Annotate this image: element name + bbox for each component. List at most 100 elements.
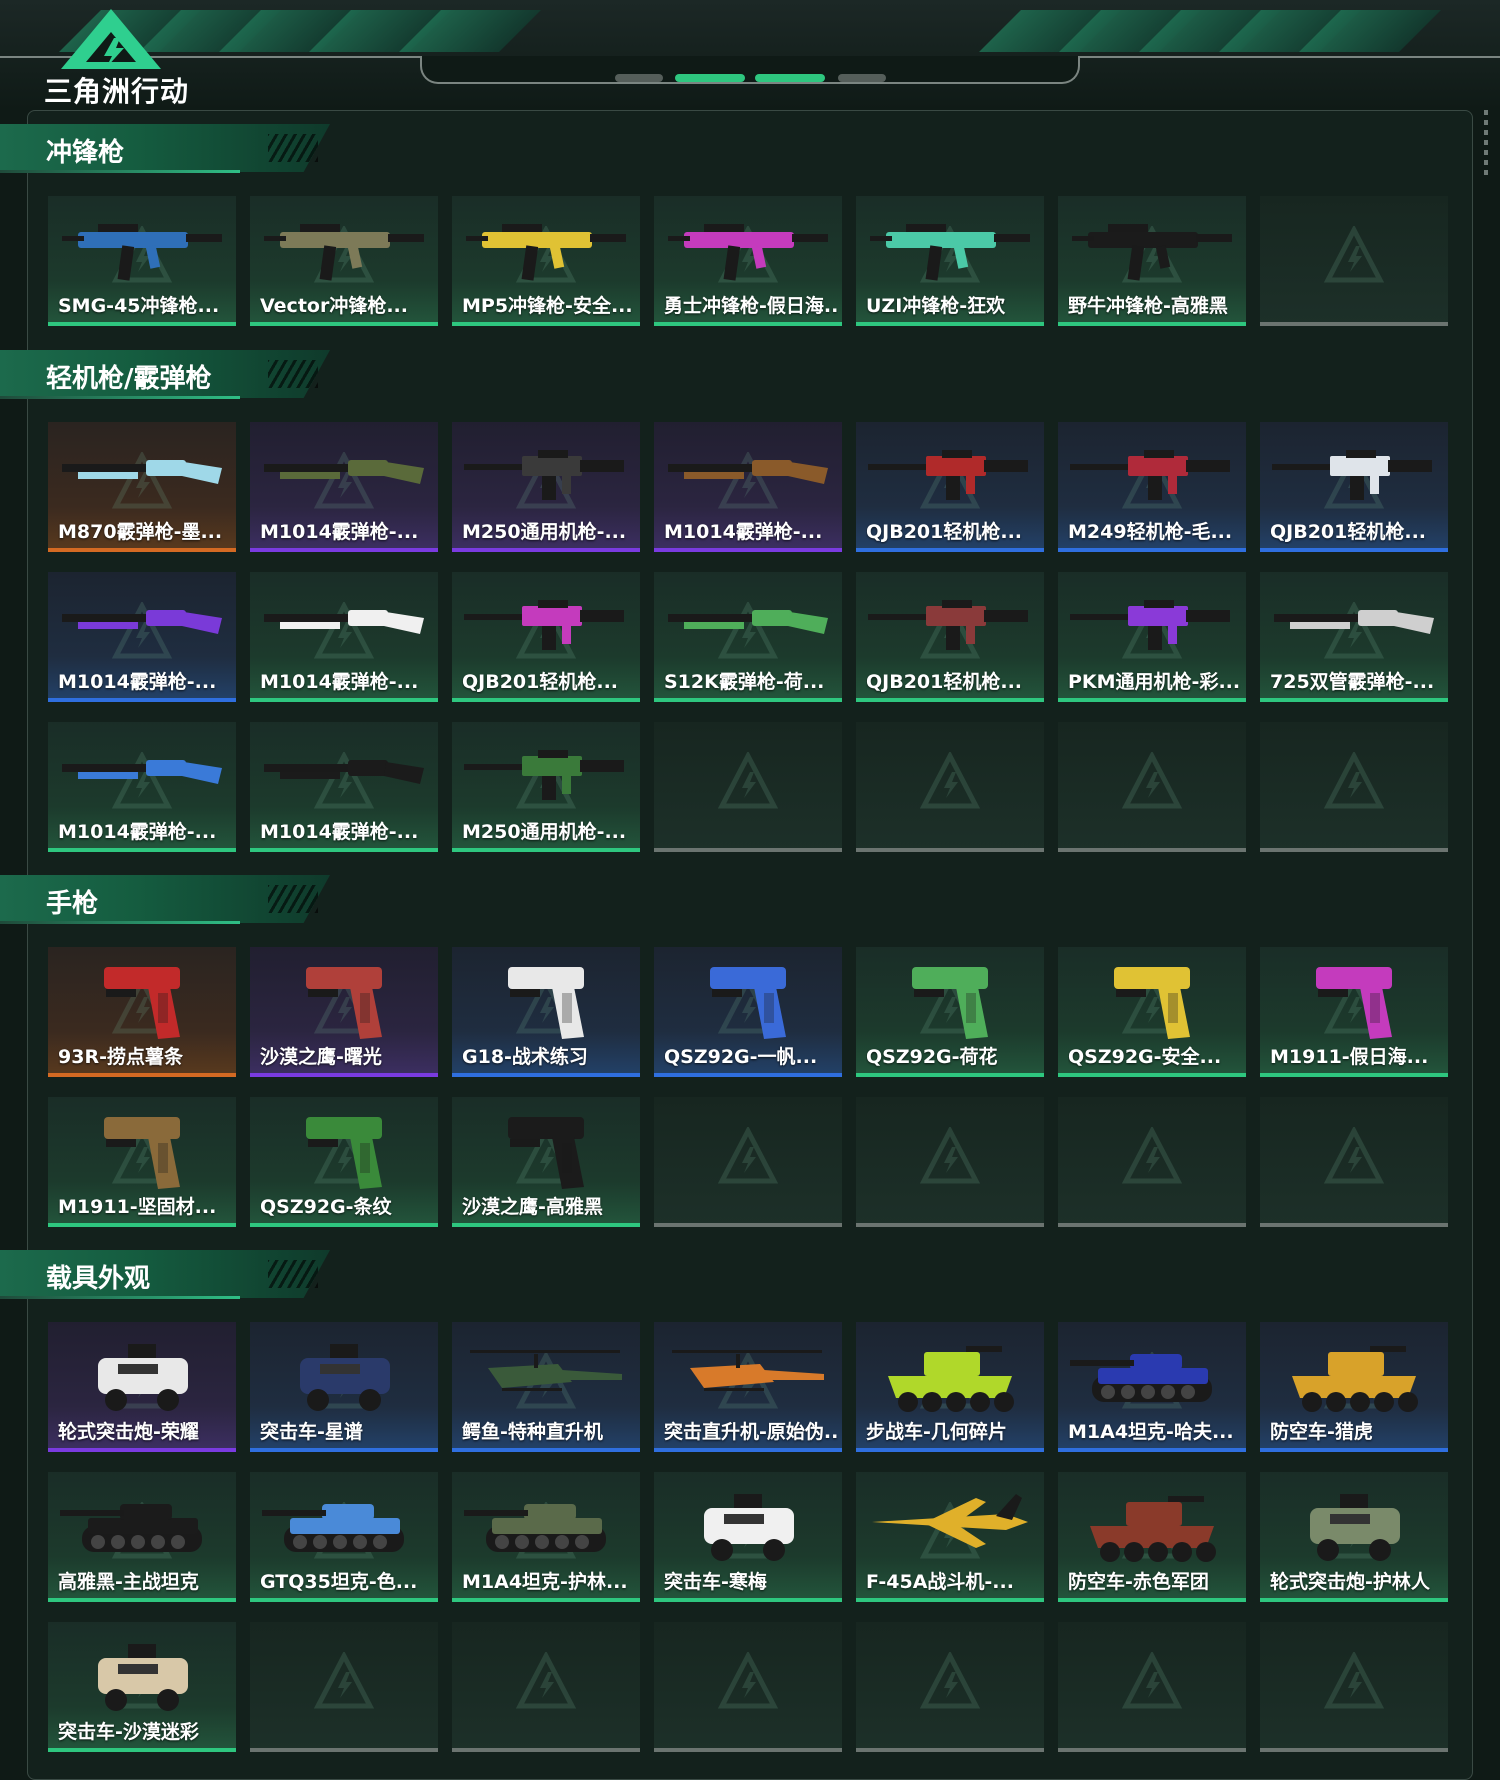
skin-card[interactable]: M250通用机枪-... <box>452 422 640 552</box>
armored-car-icon <box>98 1344 188 1411</box>
skin-card[interactable]: 突击车-沙漠迷彩 <box>48 1622 236 1752</box>
skin-card[interactable]: 突击直升机-原始伪... <box>654 1322 842 1452</box>
pistol-icon <box>508 1117 584 1189</box>
skin-name: 防空车-赤色军团 <box>1068 1571 1209 1593</box>
skin-name: 93R-捞点薯条 <box>58 1046 183 1068</box>
skin-card[interactable]: M1911-坚固材... <box>48 1097 236 1227</box>
skin-card[interactable]: 高雅黑-主战坦克 <box>48 1472 236 1602</box>
skin-card[interactable]: M249轻机枪-毛... <box>1058 422 1246 552</box>
skin-name: S12K霰弹枪-荷... <box>664 671 825 693</box>
scrollbar[interactable] <box>1484 110 1488 180</box>
skin-card[interactable]: QJB201轻机枪... <box>856 422 1044 552</box>
empty-slot <box>654 722 842 852</box>
armored-car-icon <box>300 1344 390 1411</box>
skin-card[interactable]: M1014霰弹枪-... <box>654 422 842 552</box>
empty-slot <box>654 1097 842 1227</box>
skin-card[interactable]: 鳄鱼-特种直升机 <box>452 1322 640 1452</box>
skin-name: M1014霰弹枪-... <box>260 671 419 693</box>
delta-watermark-icon <box>920 1127 980 1184</box>
skin-card[interactable]: UZI冲锋枪-狂欢 <box>856 196 1044 326</box>
skin-card[interactable]: QSZ92G-一帆... <box>654 947 842 1077</box>
empty-slot <box>1260 1622 1448 1752</box>
skin-card[interactable]: 勇士冲锋枪-假日海... <box>654 196 842 326</box>
skin-card[interactable]: M1A4坦克-哈夫... <box>1058 1322 1246 1452</box>
skin-card[interactable]: 野牛冲锋枪-高雅黑 <box>1058 196 1246 326</box>
skin-name: 725双管霰弹枪-... <box>1270 671 1435 693</box>
skin-card[interactable]: SMG-45冲锋枪... <box>48 196 236 326</box>
skin-card[interactable]: 防空车-赤色军团 <box>1058 1472 1246 1602</box>
skin-card[interactable]: QSZ92G-条纹 <box>250 1097 438 1227</box>
skin-card[interactable]: 轮式突击炮-荣耀 <box>48 1322 236 1452</box>
section-underline <box>0 921 240 924</box>
skin-name: SMG-45冲锋枪... <box>58 295 220 317</box>
skin-name: 高雅黑-主战坦克 <box>58 1571 199 1593</box>
skin-card[interactable]: 防空车-猎虎 <box>1260 1322 1448 1452</box>
skin-card[interactable]: F-45A战斗机-... <box>856 1472 1044 1602</box>
skin-card[interactable]: 725双管霰弹枪-... <box>1260 572 1448 702</box>
delta-watermark-icon <box>1324 1652 1384 1709</box>
skin-name: GTQ35坦克-色... <box>260 1571 418 1593</box>
skin-card[interactable]: PKM通用机枪-彩... <box>1058 572 1246 702</box>
skin-card[interactable]: 突击车-星谱 <box>250 1322 438 1452</box>
pistol-icon <box>104 1117 180 1189</box>
empty-slot <box>654 1622 842 1752</box>
skin-card[interactable]: M1A4坦克-护林... <box>452 1472 640 1602</box>
skin-name: 突击车-寒梅 <box>664 1571 767 1593</box>
empty-slot <box>1260 1097 1448 1227</box>
delta-watermark-icon <box>1122 752 1182 809</box>
skin-card[interactable]: Vector冲锋枪... <box>250 196 438 326</box>
header-notch <box>420 56 1080 84</box>
skin-card[interactable]: M1014霰弹枪-... <box>250 572 438 702</box>
skin-card[interactable]: 轮式突击炮-护林人 <box>1260 1472 1448 1602</box>
skin-name: 沙漠之鹰-高雅黑 <box>462 1196 603 1218</box>
skin-card[interactable]: 突击车-寒梅 <box>654 1472 842 1602</box>
skin-name: M1911-假日海... <box>1270 1046 1429 1068</box>
skin-card[interactable]: M1014霰弹枪-... <box>250 422 438 552</box>
delta-watermark-icon <box>920 1652 980 1709</box>
skin-card[interactable]: 沙漠之鹰-高雅黑 <box>452 1097 640 1227</box>
skin-card[interactable]: M1014霰弹枪-... <box>48 572 236 702</box>
skin-card[interactable]: QSZ92G-安全... <box>1058 947 1246 1077</box>
skin-card[interactable]: QJB201轻机枪... <box>452 572 640 702</box>
skin-card[interactable]: 沙漠之鹰-曙光 <box>250 947 438 1077</box>
skin-card[interactable]: QJB201轻机枪... <box>856 572 1044 702</box>
skin-name: MP5冲锋枪-安全... <box>462 295 633 317</box>
machinegun-icon <box>464 750 624 800</box>
skin-card[interactable]: GTQ35坦克-色... <box>250 1472 438 1602</box>
machinegun-icon <box>464 600 624 650</box>
skin-card[interactable]: M1014霰弹枪-... <box>250 722 438 852</box>
skin-name: G18-战术练习 <box>462 1046 588 1068</box>
section-title: 手枪 <box>46 889 99 919</box>
pistol-icon <box>1114 967 1190 1039</box>
skin-card[interactable]: M250通用机枪-... <box>452 722 640 852</box>
smg-icon <box>870 224 1030 281</box>
skin-card[interactable]: QSZ92G-荷花 <box>856 947 1044 1077</box>
skin-name: 突击车-星谱 <box>260 1421 363 1443</box>
skin-card[interactable]: 步战车-几何碎片 <box>856 1322 1044 1452</box>
skin-card[interactable]: QJB201轻机枪... <box>1260 422 1448 552</box>
skin-card[interactable]: M1014霰弹枪-... <box>48 722 236 852</box>
helicopter-icon <box>470 1350 622 1391</box>
skin-name: QJB201轻机枪... <box>866 671 1023 693</box>
skin-name: QSZ92G-一帆... <box>664 1046 818 1068</box>
smg-icon <box>62 224 222 281</box>
empty-slot <box>1058 1097 1246 1227</box>
skin-card[interactable]: M1911-假日海... <box>1260 947 1448 1077</box>
shotgun-icon <box>1274 610 1434 634</box>
skin-card[interactable]: MP5冲锋枪-安全... <box>452 196 640 326</box>
machinegun-icon <box>1070 450 1230 500</box>
slash-decoration <box>268 1260 318 1288</box>
skin-name: M1014霰弹枪-... <box>260 521 419 543</box>
section-header: 冲锋枪 <box>0 124 330 182</box>
skin-card[interactable]: M870霰弹枪-墨... <box>48 422 236 552</box>
section-header: 轻机枪/霰弹枪 <box>0 350 330 408</box>
skin-card[interactable]: 93R-捞点薯条 <box>48 947 236 1077</box>
ifv-icon <box>1090 1496 1216 1562</box>
skin-card[interactable]: G18-战术练习 <box>452 947 640 1077</box>
skin-card[interactable]: S12K霰弹枪-荷... <box>654 572 842 702</box>
pistol-icon <box>912 967 988 1039</box>
delta-watermark-icon <box>718 1127 778 1184</box>
delta-watermark-icon <box>718 752 778 809</box>
shotgun-icon <box>62 460 222 484</box>
tank-icon <box>1070 1354 1212 1402</box>
